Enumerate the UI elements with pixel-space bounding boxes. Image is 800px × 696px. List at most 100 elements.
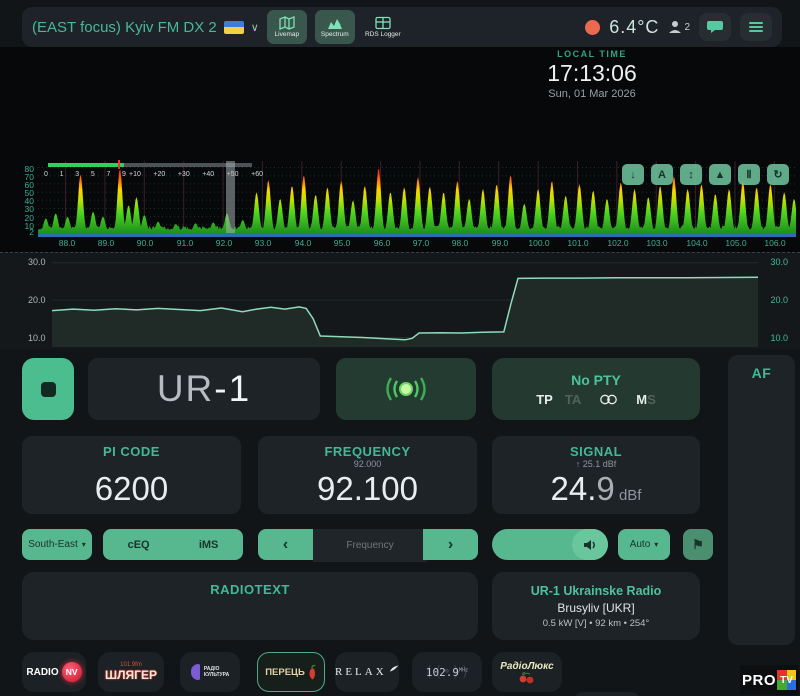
hold-mode-button[interactable]: ↓: [622, 164, 644, 185]
refresh-button[interactable]: ↻: [767, 164, 789, 185]
hist-tick-right: 30.0: [770, 257, 788, 267]
radiotext-panel: RADIOTEXT: [22, 572, 478, 640]
logo-relax[interactable]: RELAX: [335, 652, 399, 692]
local-date: Sun, 01 Mar 2026: [502, 88, 682, 100]
temperature-value: 6.4°C: [609, 17, 659, 38]
station-location: Brusyliv [UKR]: [492, 601, 700, 615]
spectrum-x-tick: 104.0: [685, 238, 709, 248]
frequency-up-button[interactable]: ›: [423, 529, 478, 560]
antenna-select[interactable]: South-East ▾: [22, 529, 92, 560]
logo-radio-kultura[interactable]: РАДІО КУЛЬТУРА: [180, 652, 240, 692]
spectrum-x-tick: 89.0: [94, 238, 118, 248]
perets-text: ПЕРЕЦЬ: [265, 667, 305, 678]
record-button[interactable]: [22, 358, 74, 420]
volume-handle[interactable]: [572, 529, 608, 560]
menu-button[interactable]: [740, 13, 772, 41]
ims-toggle[interactable]: iMS: [199, 539, 219, 551]
logo-radio-nv[interactable]: RADIO NV: [22, 652, 86, 692]
hamburger-icon: [749, 20, 763, 34]
s-meter-scale: 013 579 +10+20+30 +40+50+60: [44, 171, 274, 178]
spectrum-button[interactable]: Spectrum: [315, 10, 355, 44]
logo-perets-active[interactable]: ПЕРЕЦЬ: [257, 652, 325, 692]
chevron-down-icon: ▾: [654, 540, 658, 549]
pepper-icon: [307, 664, 317, 681]
pro-tv-logo: PRO TV: [740, 665, 798, 695]
spectrum-x-tick: 95.0: [330, 238, 354, 248]
pi-code-value: 6200: [95, 470, 168, 508]
signal-value: 24.9 dBf: [551, 470, 642, 508]
frequency-value: 92.100: [317, 470, 418, 508]
spectrum-x-tick: 106.0: [763, 238, 787, 248]
vertical-scale-button[interactable]: ↕: [680, 164, 702, 185]
lux-text: РадіоЛюкс: [500, 661, 553, 672]
relax-text: RELAX: [335, 666, 387, 678]
pi-code-label: PI CODE: [103, 444, 160, 459]
hist-tick-right: 10.0: [770, 333, 788, 343]
spectrum-x-tick: 105.0: [724, 238, 748, 248]
graph-style-button[interactable]: ▲: [709, 164, 731, 185]
station-info-panel: UR-1 Ukrainske Radio Brusyliv [UKR] 0.5 …: [492, 572, 700, 640]
radionv-text: RADIO: [26, 667, 58, 678]
frequency-exact: 92.000: [354, 459, 382, 470]
top-bar: (EAST focus) Kyiv FM DX 2 ∨ Livemap Spec…: [22, 7, 782, 47]
livemap-label: Livemap: [275, 31, 300, 38]
local-time-label: LOCAL TIME: [502, 49, 682, 59]
rds-logger-label: RDS Logger: [365, 31, 401, 38]
eq-ims-toggle[interactable]: cEQ iMS: [103, 529, 243, 560]
chevron-down-icon: ▾: [82, 540, 86, 549]
pty-box: No PTY TP TA MS: [492, 358, 700, 420]
chat-button[interactable]: [699, 13, 731, 41]
ukraine-flag-icon: [224, 21, 244, 34]
ps-name-box: UR-1: [88, 358, 320, 420]
stop-square-icon: [41, 382, 56, 397]
ta-flag: TA: [565, 392, 581, 407]
livemap-button[interactable]: Livemap: [267, 10, 307, 44]
hist-tick-left: 30.0: [28, 257, 46, 267]
map-icon: [279, 16, 295, 30]
frequency-down-button[interactable]: ‹: [258, 529, 313, 560]
temperature-dot-icon: [585, 20, 600, 35]
volume-slider[interactable]: [492, 529, 608, 560]
kultura-icon: [191, 664, 200, 680]
server-selector[interactable]: (EAST focus) Kyiv FM DX 2 ∨: [32, 19, 259, 36]
signal-box: SIGNAL ↑ 25.1 dBf 24.9 dBf: [492, 436, 700, 514]
stereo-indicator-box: [336, 358, 476, 420]
logo-shlyager[interactable]: 101.9fm ШЛЯГЕР: [98, 652, 164, 692]
spectrum-x-tick: 88.0: [55, 238, 79, 248]
kultura-line2: КУЛЬТУРА: [204, 672, 229, 678]
report-flag-button[interactable]: ⚑: [683, 529, 713, 560]
spectrum-toolbar: ↓ A ↕ ▲ Ⅱ ↻: [622, 164, 789, 185]
spectrum-x-tick: 101.0: [566, 238, 590, 248]
autoscale-button[interactable]: A: [651, 164, 673, 185]
tuned-frequency-marker: [226, 161, 235, 237]
cherries-icon: [518, 672, 536, 684]
pause-button[interactable]: Ⅱ: [738, 164, 760, 185]
spectrum-x-tick: 92.0: [212, 238, 236, 248]
logo-radio-lux[interactable]: РадіоЛюкс: [492, 652, 562, 692]
logo-frequency-106-9[interactable]: ((•)) 106.9MHz: [572, 692, 642, 696]
shlyager-text: ШЛЯГЕР: [105, 668, 157, 682]
hist-tick-right: 20.0: [770, 295, 788, 305]
auto-mode-select[interactable]: Auto▾: [618, 529, 670, 560]
spectrum-section: LOCAL TIME 17:13:06 Sun, 01 Mar 2026: [0, 47, 800, 252]
spectrum-x-tick: 93.0: [251, 238, 275, 248]
bird-icon: [389, 664, 399, 673]
person-icon: [668, 20, 682, 34]
spectrum-x-tick: 100.0: [527, 238, 551, 248]
hist-tick-left: 20.0: [28, 295, 46, 305]
frequency-box: FREQUENCY 92.000 92.100: [258, 436, 477, 514]
ps-name-bright: -1: [214, 368, 251, 410]
stereo-circles-icon: [599, 394, 618, 405]
antenna-value: South-East: [28, 539, 77, 550]
signal-peak: ↑ 25.1 dBf: [576, 459, 617, 470]
logo-frequency-102-9[interactable]: ((•)) 102.9MHz: [412, 652, 482, 692]
local-time-value: 17:13:06: [502, 60, 682, 87]
fmdx-webserver-page: (EAST focus) Kyiv FM DX 2 ∨ Livemap Spec…: [0, 0, 800, 696]
ceq-toggle[interactable]: cEQ: [128, 539, 150, 551]
rds-logger-button[interactable]: RDS Logger: [363, 10, 403, 44]
spectrum-x-tick: 98.0: [448, 238, 472, 248]
spectrum-icon: [327, 16, 343, 30]
ms-flag-m: M: [636, 392, 647, 407]
pro-text: PRO: [742, 672, 776, 689]
frequency-input[interactable]: [313, 529, 427, 562]
